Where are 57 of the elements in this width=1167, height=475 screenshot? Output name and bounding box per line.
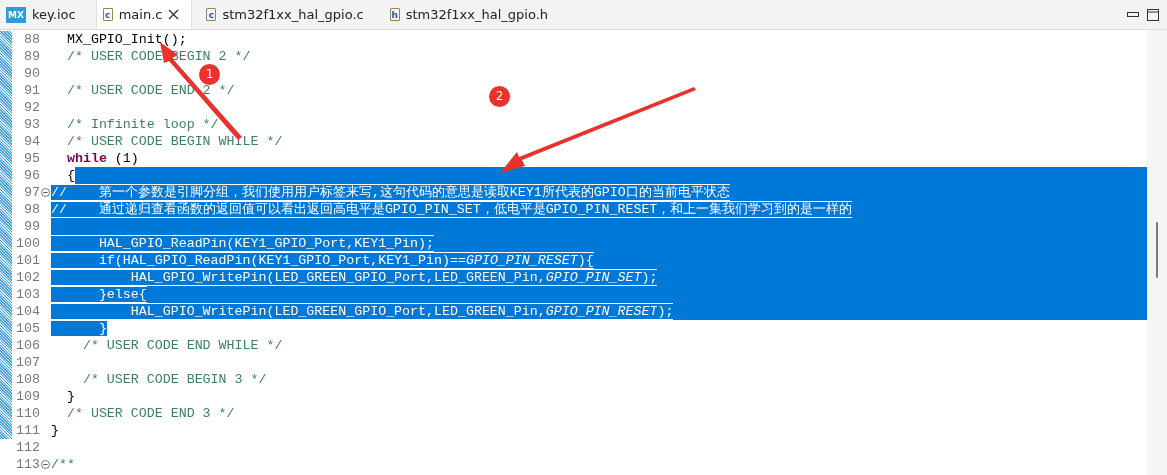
line-number: 93 xyxy=(23,116,40,133)
editor-tab[interactable]: MX key.ioc xyxy=(0,0,88,29)
editor-tab[interactable]: c main.c xyxy=(95,0,193,29)
line-number: 107 xyxy=(16,354,40,371)
step-number: 1 xyxy=(199,64,220,85)
line-number: 106 xyxy=(16,337,40,354)
line-number: 96 xyxy=(23,167,40,184)
code-line: HAL_GPIO_WritePin(LED_GREEN_GPIO_Port,LED_GREEN_Pin,GPIO_PIN_RESET); xyxy=(51,303,674,320)
line-number: 105 xyxy=(16,320,40,337)
line-number: 94 xyxy=(23,133,40,150)
line-number: 101 xyxy=(16,252,40,269)
mx-file-icon: MX xyxy=(6,6,26,23)
file-icon: c xyxy=(206,8,217,21)
line-number: 113 xyxy=(16,456,40,473)
code-line: /* USER CODE END 2 */ xyxy=(65,82,235,99)
maximize-icon[interactable] xyxy=(1147,8,1159,21)
line-number: 91 xyxy=(23,82,40,99)
line-number: 92 xyxy=(23,99,40,116)
line-number: 104 xyxy=(16,303,40,320)
code-line: } xyxy=(65,388,75,405)
code-line: /* USER CODE END 3 */ xyxy=(65,405,235,422)
close-icon[interactable] xyxy=(168,9,180,20)
line-number: 108 xyxy=(16,371,40,388)
line-number: 98 xyxy=(23,201,40,218)
line-number: 112 xyxy=(16,439,40,456)
scrollbar[interactable] xyxy=(1147,30,1167,475)
code-line: { xyxy=(65,167,75,184)
line-number: 111 xyxy=(16,422,40,439)
minimize-icon[interactable] xyxy=(1127,12,1139,17)
file-icon: c xyxy=(102,8,113,21)
line-number: 102 xyxy=(16,269,40,286)
line-number: 95 xyxy=(23,150,40,167)
line-number: 99 xyxy=(23,218,40,235)
code-line: /* Infinite loop */ xyxy=(65,116,219,133)
editor-tab[interactable]: h stm32f1xx_hal_gpio.h xyxy=(383,0,560,29)
line-number: 110 xyxy=(16,405,40,422)
line-number: 103 xyxy=(16,286,40,303)
code-line: while (1) xyxy=(65,150,139,167)
code-line: /* USER CODE BEGIN 3 */ xyxy=(81,371,267,388)
code-line: HAL_GPIO_WritePin(LED_GREEN_GPIO_Port,LED_GREEN_Pin,GPIO_PIN_SET); xyxy=(51,269,658,286)
line-number: 90 xyxy=(23,65,40,82)
line-number: 100 xyxy=(16,235,40,252)
code-line: if(HAL_GPIO_ReadPin(KEY1_GPIO_Port,KEY1_Pin)==GPIO_PIN_RESET){ xyxy=(51,252,594,269)
code-line: MX_GPIO_Init(); xyxy=(65,31,187,48)
collapse-icon[interactable] xyxy=(41,460,50,469)
line-number: 97 xyxy=(23,184,40,201)
code-line: /* USER CODE END WHILE */ xyxy=(81,337,283,354)
step-number: 2 xyxy=(489,86,510,107)
code-line: /** xyxy=(51,456,75,473)
code-line: } xyxy=(51,422,59,439)
line-number: 88 xyxy=(23,31,40,48)
editor-tab[interactable]: c stm32f1xx_hal_gpio.c xyxy=(200,0,376,29)
line-number: 109 xyxy=(16,388,40,405)
collapse-icon[interactable] xyxy=(41,188,50,197)
file-icon: h xyxy=(389,8,400,21)
scrollbar-thumb[interactable] xyxy=(1156,222,1158,278)
line-number: 89 xyxy=(23,48,40,65)
